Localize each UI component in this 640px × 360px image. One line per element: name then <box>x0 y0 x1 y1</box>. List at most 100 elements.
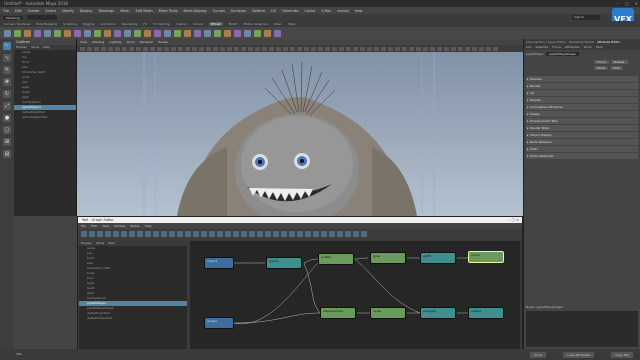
viewport-tool-icon[interactable] <box>374 46 379 51</box>
attribute-editor-button[interactable]: Presets <box>610 60 628 64</box>
shelf-tab[interactable]: Animation <box>100 22 115 26</box>
viewport-tool-icon[interactable] <box>451 46 456 51</box>
node-name-field[interactable]: pgYetiMayaShape <box>546 52 579 56</box>
move-tool-icon[interactable]: ✥ <box>3 78 11 86</box>
shelf-tab[interactable]: Bifrost <box>208 22 223 26</box>
viewport-tool-icon[interactable] <box>297 46 302 51</box>
viewport-tool-icon[interactable] <box>423 46 428 51</box>
graph-editor-menu-item[interactable]: File <box>81 224 86 228</box>
maximize-icon[interactable]: □ <box>625 1 629 6</box>
viewport-tool-icon[interactable] <box>262 46 267 51</box>
viewport-tool-icon[interactable] <box>248 46 253 51</box>
graph-editor-close-icon[interactable]: – □ × <box>509 217 519 223</box>
shelf-tool-icon[interactable] <box>64 29 71 37</box>
graph-editor-tool-icon[interactable] <box>361 230 367 237</box>
scale-tool-icon[interactable]: ⤢ <box>3 102 11 110</box>
attribute-section[interactable]: Display <box>526 97 638 103</box>
viewport-panel[interactable]: View Shading Lighting Show Renderer Panels <box>77 39 523 216</box>
menu-item[interactable]: Edit Mesh <box>135 9 152 13</box>
shelf-tool-icon[interactable] <box>4 29 11 37</box>
graph-editor-tool-icon[interactable] <box>145 230 151 237</box>
attribute-editor-menu-item[interactable]: Help <box>596 45 603 50</box>
graph-node[interactable]: guides <box>204 317 234 329</box>
viewport-tool-icon[interactable] <box>332 46 337 51</box>
graph-node[interactable]: import <box>204 257 234 269</box>
viewport-tool-icon[interactable] <box>430 46 435 51</box>
outliner-menu-item[interactable]: Show <box>31 45 39 50</box>
graph-editor-tool-icon[interactable] <box>337 230 343 237</box>
attribute-editor-tab[interactable]: Modelling Toolkit <box>569 40 594 44</box>
shelf-tab[interactable]: Rendering <box>122 22 137 26</box>
sign-in-button[interactable]: Sign In <box>572 15 600 20</box>
graph-editor-tool-icon[interactable] <box>113 230 119 237</box>
shelf-tool-icon[interactable] <box>144 29 151 37</box>
graph-tree-menu-item[interactable]: Help <box>108 241 115 246</box>
graph-editor-tool-icon[interactable] <box>129 230 135 237</box>
menu-item[interactable]: Create <box>28 9 40 13</box>
viewport-tool-icon[interactable] <box>122 46 127 51</box>
viewport-tool-icon[interactable] <box>101 46 106 51</box>
viewport-tool-icon[interactable] <box>87 46 92 51</box>
shelf-tool-icon[interactable] <box>44 29 51 37</box>
menu-item[interactable]: Mesh Tools <box>159 9 178 13</box>
viewport-tool-icon[interactable] <box>458 46 463 51</box>
viewport-menu-item[interactable]: Show <box>126 40 134 44</box>
outliner-menu-item[interactable]: Help <box>43 45 50 50</box>
shelf-tool-icon[interactable] <box>164 29 171 37</box>
notes-textarea[interactable] <box>526 311 638 347</box>
viewport-tool-icon[interactable] <box>80 46 85 51</box>
viewport-tool-icon[interactable] <box>493 46 498 51</box>
menu-item[interactable]: Windows <box>99 9 115 13</box>
viewport-tool-icon[interactable] <box>388 46 393 51</box>
menu-item[interactable]: Modify <box>62 9 74 13</box>
shelf-tab[interactable]: Custom <box>176 22 188 26</box>
viewport-tool-icon[interactable] <box>234 46 239 51</box>
graph-editor-tool-icon[interactable] <box>177 230 183 237</box>
viewport-tool-icon[interactable] <box>220 46 225 51</box>
graph-editor-tool-icon[interactable] <box>89 230 95 237</box>
viewport-tool-icon[interactable] <box>269 46 274 51</box>
graph-editor-tool-icon[interactable] <box>217 230 223 237</box>
graph-node[interactable]: noise <box>370 307 406 319</box>
shelf-tool-icon[interactable] <box>134 29 141 37</box>
graph-node[interactable]: clump <box>468 251 504 263</box>
attribute-section[interactable]: Object Display <box>526 132 638 138</box>
graph-editor-tool-icon[interactable] <box>153 230 159 237</box>
graph-editor-tool-icon[interactable] <box>233 230 239 237</box>
viewport-tool-icon[interactable] <box>409 46 414 51</box>
menu-item[interactable]: Arnold <box>337 9 348 13</box>
viewport-tool-icon[interactable] <box>192 46 197 51</box>
menu-item[interactable]: Edit <box>15 9 22 13</box>
viewport-tool-icon[interactable] <box>129 46 134 51</box>
graph-editor-tool-icon[interactable] <box>281 230 287 237</box>
minimize-icon[interactable]: – <box>617 1 619 6</box>
viewport-tool-icon[interactable] <box>465 46 470 51</box>
attribute-section[interactable]: Shape <box>526 111 638 117</box>
viewport-tool-icon[interactable] <box>199 46 204 51</box>
shelf-tool-icon[interactable] <box>214 29 221 37</box>
shelf-tool-icon[interactable] <box>124 29 131 37</box>
shelf-tab[interactable]: Curves / Surfaces <box>4 22 30 26</box>
graph-editor-tool-icon[interactable] <box>321 230 327 237</box>
viewport-tool-icon[interactable] <box>255 46 260 51</box>
graph-tree-item[interactable]: defaultObjectSet <box>79 316 187 321</box>
viewport-tool-icon[interactable] <box>353 46 358 51</box>
graph-editor-menu-item[interactable]: Edit <box>91 224 97 228</box>
graph-editor-tool-icon[interactable] <box>97 230 103 237</box>
graph-editor-tool-icon[interactable] <box>273 230 279 237</box>
paint-tool-icon[interactable]: ✎ <box>3 66 11 74</box>
viewport-tool-icon[interactable] <box>213 46 218 51</box>
graph-node[interactable]: grow <box>370 252 406 264</box>
graph-editor-menu-item[interactable]: Help <box>145 224 152 228</box>
shelf-tab[interactable]: FX <box>143 22 147 26</box>
outliner-item[interactable]: defaultObjectSet <box>14 115 76 120</box>
attribute-editor-menu-item[interactable]: Attributes <box>565 45 580 50</box>
graph-node[interactable]: width <box>420 252 456 264</box>
graph-node[interactable]: groom <box>266 257 302 269</box>
viewport-tool-icon[interactable] <box>241 46 246 51</box>
graph-tree-menu-item[interactable]: Show <box>96 241 104 246</box>
viewport-tool-icon[interactable] <box>290 46 295 51</box>
graph-editor-tool-icon[interactable] <box>249 230 255 237</box>
viewport-tool-icon[interactable] <box>115 46 120 51</box>
graph-editor-tool-icon[interactable] <box>81 230 87 237</box>
